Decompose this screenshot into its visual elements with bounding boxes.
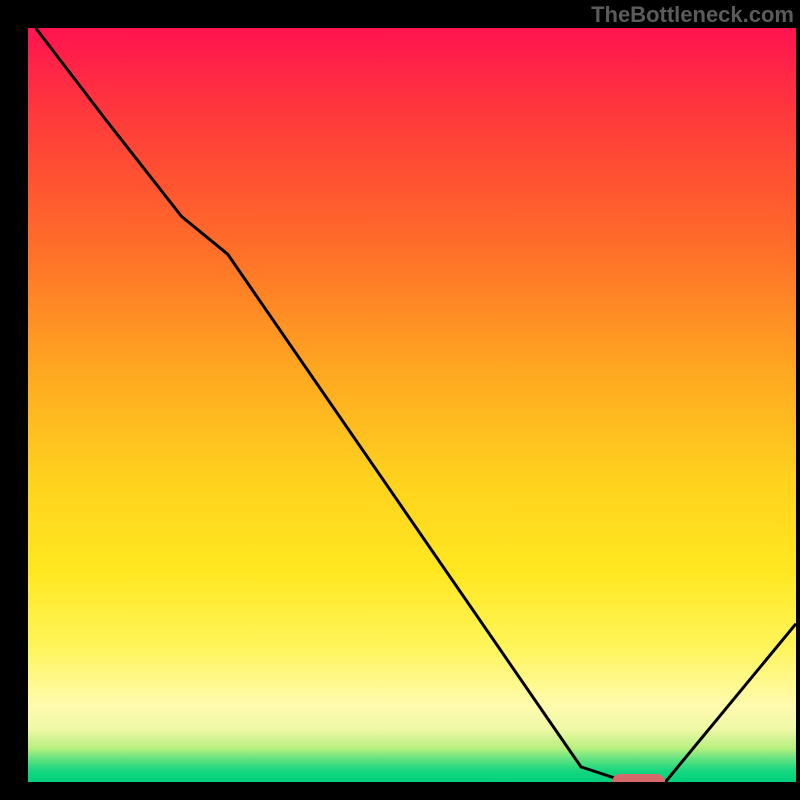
frame-left	[0, 0, 28, 800]
frame-bottom	[0, 782, 800, 800]
watermark-text: TheBottleneck.com	[591, 2, 794, 28]
gradient-fill	[28, 28, 796, 782]
chart-root: TheBottleneck.com	[0, 0, 800, 800]
